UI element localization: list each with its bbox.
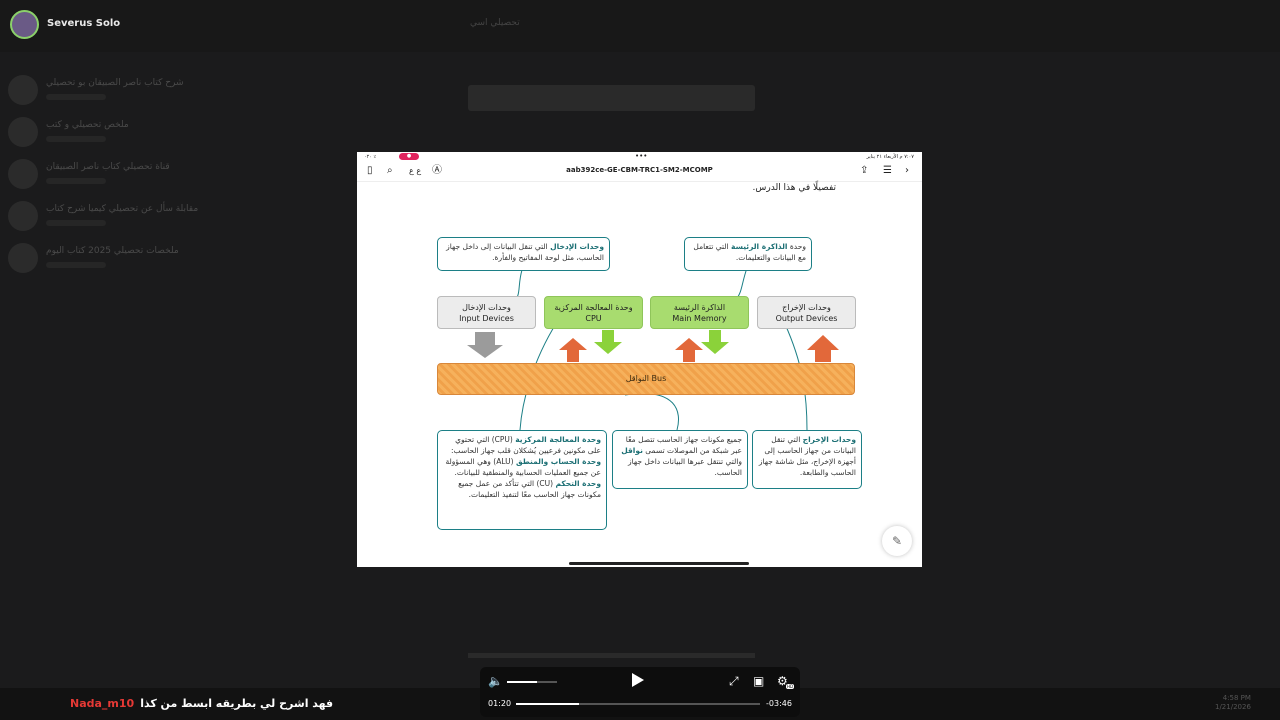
output-up-arrow <box>807 335 839 362</box>
comment-text: فهد اشرح لي بطريقه ابسط من كذا <box>140 697 334 710</box>
output-description: وحدات الإخراج التي تنقل البيانات من جهاز… <box>752 430 862 489</box>
chat-title: ملخصات تحصيلي 2025 كتاب اليوم <box>46 246 179 256</box>
chat-avatar <box>8 75 38 105</box>
message-card <box>468 85 755 111</box>
hd-badge: HD <box>786 684 795 689</box>
chat-avatar <box>8 117 38 147</box>
cpu-unit: وحدة المعالجة المركزية CPU <box>544 296 643 329</box>
channel-title: تحصيلي اسي <box>470 18 520 28</box>
chat-list-item[interactable]: قناة تحصيلي كتاب ناصر الصبيقان <box>0 156 340 194</box>
bus-unit: النواقل Bus <box>437 363 855 395</box>
comment-user: Nada_m10 <box>70 697 135 710</box>
seek-bar-fill <box>516 703 580 705</box>
cpu-up-arrow <box>559 338 587 362</box>
main-memory-unit: الذاكرة الرئيسة Main Memory <box>650 296 749 329</box>
play-icon[interactable] <box>632 673 644 687</box>
chat-list-item[interactable]: ملخص تحصيلي و كتب <box>0 114 340 152</box>
chat-list-item[interactable]: ملخصات تحصيلي 2025 كتاب اليوم <box>0 240 340 278</box>
avatar[interactable] <box>10 10 39 39</box>
chat-avatar <box>8 243 38 273</box>
pencil-icon[interactable]: ✎ <box>882 526 912 556</box>
chat-title: شرح كتاب ناصر الصبيقان بو تحصيلي <box>46 78 184 88</box>
live-comment: Nada_m10 فهد اشرح لي بطريقه ابسط من كذا <box>70 697 333 710</box>
output-devices-unit: وحدات الإخراج Output Devices <box>757 296 856 329</box>
bus-description: جميع مكونات جهاز الحاسب تتصل معًا عبر شب… <box>612 430 748 489</box>
chat-avatar <box>8 201 38 231</box>
chat-title: قناة تحصيلي كتاب ناصر الصبيقان <box>46 162 170 172</box>
chat-list-item[interactable]: مقابلة سأل عن تحصيلي كيميا شرح كتاب <box>0 198 340 236</box>
cpu-down-arrow <box>594 330 622 354</box>
cpu-description: وحدة المعالجة المركزية (CPU) التي تحتوي … <box>437 430 607 530</box>
remaining-time: -03:46 <box>766 699 792 708</box>
chat-avatar <box>8 159 38 189</box>
chat-list-item[interactable]: شرح كتاب ناصر الصبيقان بو تحصيلي <box>0 72 340 110</box>
home-indicator[interactable] <box>569 562 749 565</box>
volume-slider[interactable] <box>507 681 557 683</box>
pip-icon[interactable]: ▣ <box>753 674 764 688</box>
fullscreen-icon[interactable]: ⤢ <box>729 674 739 688</box>
document-viewer: ·٢٠ ٪ ● ••• ٧:٠٧ م الأربعاء ٢١ يناير ▯ ⌕… <box>357 152 922 567</box>
user-name: Severus Solo <box>47 18 121 29</box>
video-player-controls: 🔈 ⤢ ▣ ⚙ HD 01:20 -03:46 <box>480 667 800 717</box>
input-description: وحدات الإدخال التي تنقل البيانات إلى داخ… <box>437 237 610 271</box>
mem-down-arrow <box>701 330 729 354</box>
current-time: 01:20 <box>488 699 512 708</box>
chat-title: مقابلة سأل عن تحصيلي كيميا شرح كتاب <box>46 204 199 214</box>
input-devices-unit: وحدات الإدخال Input Devices <box>437 296 536 329</box>
volume-icon[interactable]: 🔈 <box>488 674 503 688</box>
input-arrow <box>467 332 503 358</box>
memory-description: وحدة الذاكرة الرئيسة التي تتعامل مع البي… <box>684 237 812 271</box>
chat-title: ملخص تحصيلي و كتب <box>46 120 129 130</box>
taskbar-clock: 4:58 PM 1/21/2026 <box>1215 694 1251 711</box>
chat-header <box>0 0 1280 52</box>
mem-up-arrow <box>675 338 703 362</box>
seek-bar[interactable] <box>516 703 760 705</box>
message-bar <box>468 653 755 658</box>
